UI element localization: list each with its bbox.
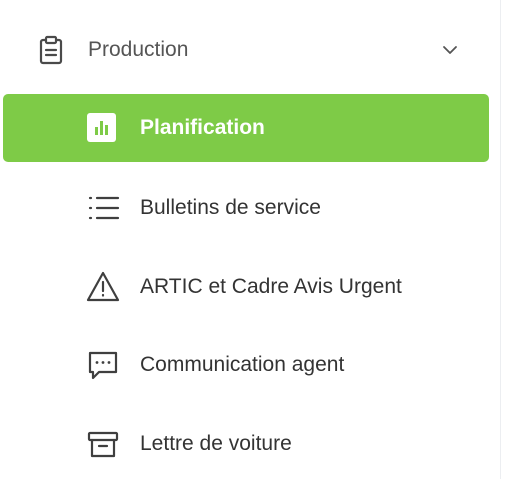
message-dots-icon xyxy=(86,348,120,382)
clipboard-icon xyxy=(36,35,66,65)
sidebar-item-planification[interactable]: Planification xyxy=(3,94,489,162)
sidebar-item-lettre-voiture[interactable]: Lettre de voiture xyxy=(3,410,489,478)
list-icon xyxy=(86,191,120,225)
sidebar-section-production[interactable]: Production xyxy=(0,24,500,76)
section-label: Production xyxy=(88,38,189,61)
warning-triangle-icon xyxy=(86,270,120,304)
sidebar-item-label: Bulletins de service xyxy=(140,196,321,219)
sidebar-item-artic[interactable]: ARTIC et Cadre Avis Urgent xyxy=(3,253,489,321)
sidebar-item-label: ARTIC et Cadre Avis Urgent xyxy=(140,275,402,298)
sidebar: Production Planification Bulletins de se… xyxy=(0,0,501,479)
sidebar-item-bulletins[interactable]: Bulletins de service xyxy=(3,174,489,242)
chevron-down-icon[interactable] xyxy=(440,40,460,60)
sidebar-item-label: Planification xyxy=(140,116,265,139)
archive-box-icon xyxy=(86,427,120,461)
sidebar-item-label: Communication agent xyxy=(140,353,345,376)
sidebar-item-communication[interactable]: Communication agent xyxy=(3,331,489,399)
bar-chart-icon xyxy=(87,113,116,142)
sidebar-item-label: Lettre de voiture xyxy=(140,432,292,455)
